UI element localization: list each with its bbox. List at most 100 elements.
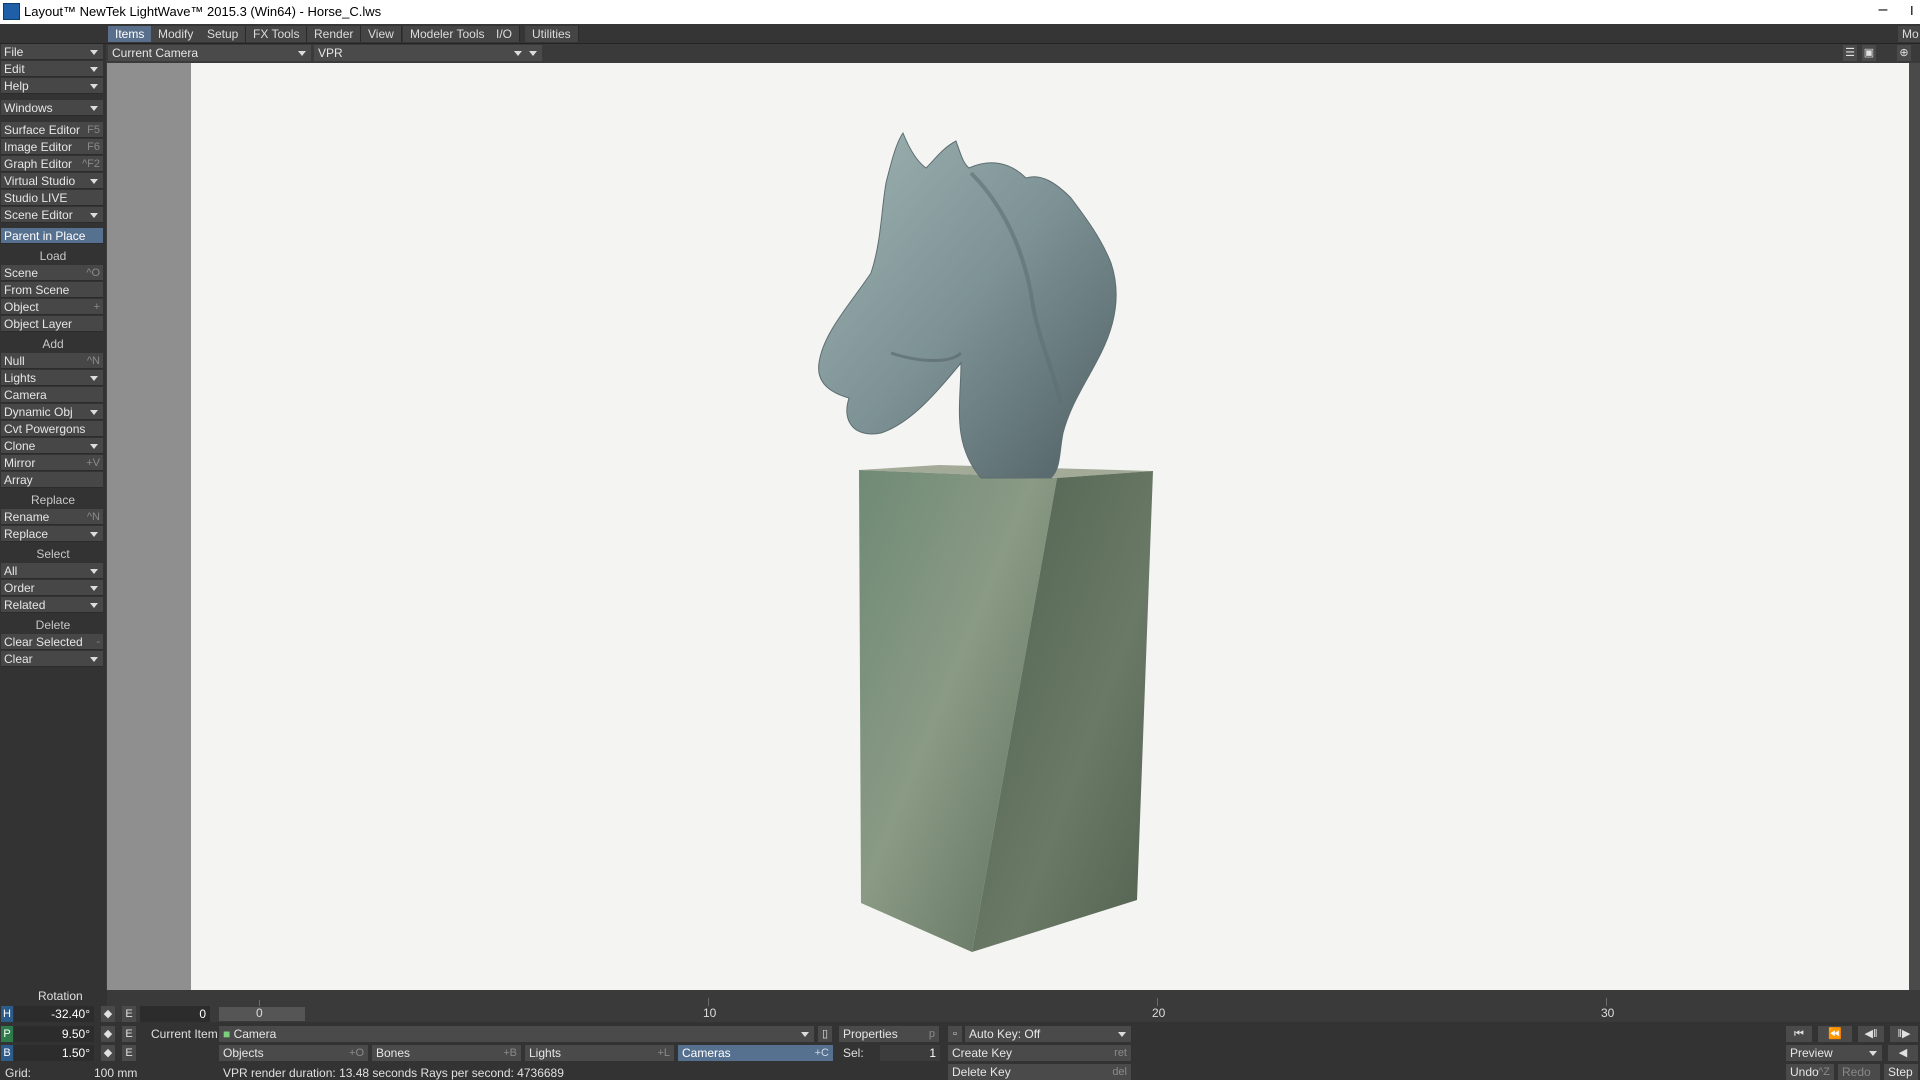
tab-fx-tools[interactable]: FX Tools <box>246 26 308 42</box>
load-object-button[interactable]: Object + <box>1 299 103 315</box>
step-back-icon[interactable]: ◀ <box>1888 1045 1918 1061</box>
list-view-icon[interactable]: ☰ <box>1843 45 1857 61</box>
tab-items[interactable]: Items <box>108 26 153 42</box>
studio-live-button[interactable]: Studio LIVE <box>1 190 103 206</box>
modeler-switch-button[interactable]: Mo <box>1898 26 1920 42</box>
array-label: Array <box>4 473 33 487</box>
objects-mode-button[interactable]: Objects +O <box>219 1045 368 1061</box>
cameras-mode-button[interactable]: Cameras +C <box>678 1045 833 1061</box>
create-key-button[interactable]: Create Key ret <box>948 1045 1131 1061</box>
select-order-menu[interactable]: Order <box>1 580 103 596</box>
rename-button[interactable]: Rename ^N <box>1 509 103 525</box>
add-camera-button[interactable]: Camera <box>1 387 103 403</box>
maximize-viewport-icon[interactable]: ▣ <box>1862 45 1876 61</box>
minimize-button[interactable]: – <box>1868 0 1898 22</box>
clone-menu[interactable]: Clone <box>1 438 103 454</box>
dropdown-arrow-icon <box>90 376 98 381</box>
related-label: Related <box>4 598 46 612</box>
shortcut-hint: +O <box>349 1047 364 1059</box>
viewport-options-menu[interactable] <box>522 45 542 61</box>
array-button[interactable]: Array <box>1 472 103 488</box>
play-reverse-icon[interactable]: ◀‖ <box>1858 1026 1884 1042</box>
add-lights-menu[interactable]: Lights <box>1 370 103 386</box>
camera-view-select[interactable]: Current Camera <box>108 45 311 61</box>
heading-envelope-button[interactable]: E <box>122 1006 136 1022</box>
virtual-studio-menu[interactable]: Virtual Studio <box>1 173 103 189</box>
step-button[interactable]: Step <box>1884 1064 1918 1080</box>
timeline[interactable]: 0 10 20 30 <box>107 990 1920 1022</box>
render-mode-select[interactable]: VPR <box>314 45 527 61</box>
current-item-select[interactable]: ■ Camera <box>219 1026 814 1042</box>
undo-label: Undo <box>1790 1065 1819 1079</box>
redo-button[interactable]: Redo <box>1838 1064 1880 1080</box>
dropdown-arrow-icon <box>90 84 98 89</box>
file-menu[interactable]: File <box>1 44 103 60</box>
load-object-layer-button[interactable]: Object Layer <box>1 316 103 332</box>
edit-menu[interactable]: Edit <box>1 61 103 77</box>
auto-key-select[interactable]: Auto Key: Off <box>965 1026 1131 1042</box>
viewport-header: Current Camera VPR ☰ ▣ ⊕ <box>107 44 1920 63</box>
replace-menu[interactable]: Replace <box>1 526 103 542</box>
help-menu[interactable]: Help <box>1 78 103 94</box>
add-null-button[interactable]: Null ^N <box>1 353 103 369</box>
viewport-scrollbar[interactable] <box>1909 63 1920 990</box>
undo-button[interactable]: Undo ^Z <box>1786 1064 1834 1080</box>
pitch-envelope-button[interactable]: E <box>122 1026 136 1042</box>
bank-envelope-button[interactable]: E <box>122 1045 136 1061</box>
go-to-start-icon[interactable]: ⏮ <box>1786 1026 1812 1042</box>
clear-menu[interactable]: Clear <box>1 651 103 667</box>
tab-utilities[interactable]: Utilities <box>525 26 579 42</box>
properties-button[interactable]: Properties p <box>839 1026 939 1042</box>
tab-view[interactable]: View <box>361 26 402 42</box>
bones-mode-button[interactable]: Bones +B <box>372 1045 521 1061</box>
bank-motion-icon[interactable]: ◆ <box>101 1045 115 1061</box>
status-message: VPR render duration: 13.48 seconds Rays … <box>223 1066 564 1080</box>
load-scene-button[interactable]: Scene ^O <box>1 265 103 281</box>
tab-modeler-tools[interactable]: Modeler Tools <box>403 26 493 42</box>
item-lock-icon[interactable]: ▯ <box>818 1026 832 1042</box>
dropdown-arrow-icon <box>298 51 306 56</box>
tab-modify[interactable]: Modify <box>151 26 202 42</box>
grid-label: Grid: <box>5 1066 32 1080</box>
object-label: Object <box>4 300 39 314</box>
select-related-menu[interactable]: Related <box>1 597 103 613</box>
graph-editor-button[interactable]: Graph Editor ^F2 <box>1 156 103 172</box>
camera-view-label: Current Camera <box>112 46 199 60</box>
tab-render[interactable]: Render <box>307 26 362 42</box>
heading-field[interactable]: -32.40° <box>14 1006 94 1022</box>
load-from-scene-button[interactable]: From Scene <box>1 282 103 298</box>
delete-key-button[interactable]: Delete Key del <box>948 1064 1131 1080</box>
shortcut-hint: F5 <box>87 124 100 136</box>
previous-key-icon[interactable]: ⏪ <box>1818 1026 1852 1042</box>
parent-in-place-toggle[interactable]: Parent in Place <box>1 228 103 244</box>
pitch-motion-icon[interactable]: ◆ <box>101 1026 115 1042</box>
shortcut-hint: ^Z <box>1818 1066 1830 1078</box>
all-label: All <box>4 564 18 578</box>
tab-setup[interactable]: Setup <box>200 26 247 42</box>
scene-editor-menu[interactable]: Scene Editor <box>1 207 103 223</box>
surface-editor-button[interactable]: Surface Editor F5 <box>1 122 103 138</box>
clear-selected-button[interactable]: Clear Selected - <box>1 634 103 650</box>
cvt-powergons-button[interactable]: Cvt Powergons <box>1 421 103 437</box>
pitch-field[interactable]: 9.50° <box>14 1026 94 1042</box>
bank-field[interactable]: 1.50° <box>14 1045 94 1061</box>
auto-key-toggle-icon[interactable]: ▫ <box>948 1026 962 1042</box>
auto-key-label: Auto Key: Off <box>969 1027 1041 1041</box>
shortcut-hint: ^O <box>86 267 100 279</box>
add-dynamic-obj-menu[interactable]: Dynamic Obj <box>1 404 103 420</box>
heading-motion-icon[interactable]: ◆ <box>101 1006 115 1022</box>
frame-field[interactable]: 0 <box>140 1006 210 1022</box>
dropdown-arrow-icon <box>90 586 98 591</box>
render-viewport[interactable] <box>191 63 1909 990</box>
timeline-tick <box>1606 998 1607 1006</box>
lights-mode-button[interactable]: Lights +L <box>525 1045 674 1061</box>
tab-io[interactable]: I/O <box>489 26 521 42</box>
timeline-tick-label: 20 <box>1152 1006 1166 1020</box>
viewport-settings-icon[interactable]: ⊕ <box>1897 45 1911 61</box>
preview-menu[interactable]: Preview <box>1786 1045 1882 1061</box>
mirror-button[interactable]: Mirror +V <box>1 455 103 471</box>
windows-menu[interactable]: Windows <box>1 100 103 116</box>
image-editor-button[interactable]: Image Editor F6 <box>1 139 103 155</box>
select-all-menu[interactable]: All <box>1 563 103 579</box>
play-forward-icon[interactable]: ‖▶ <box>1890 1026 1918 1042</box>
